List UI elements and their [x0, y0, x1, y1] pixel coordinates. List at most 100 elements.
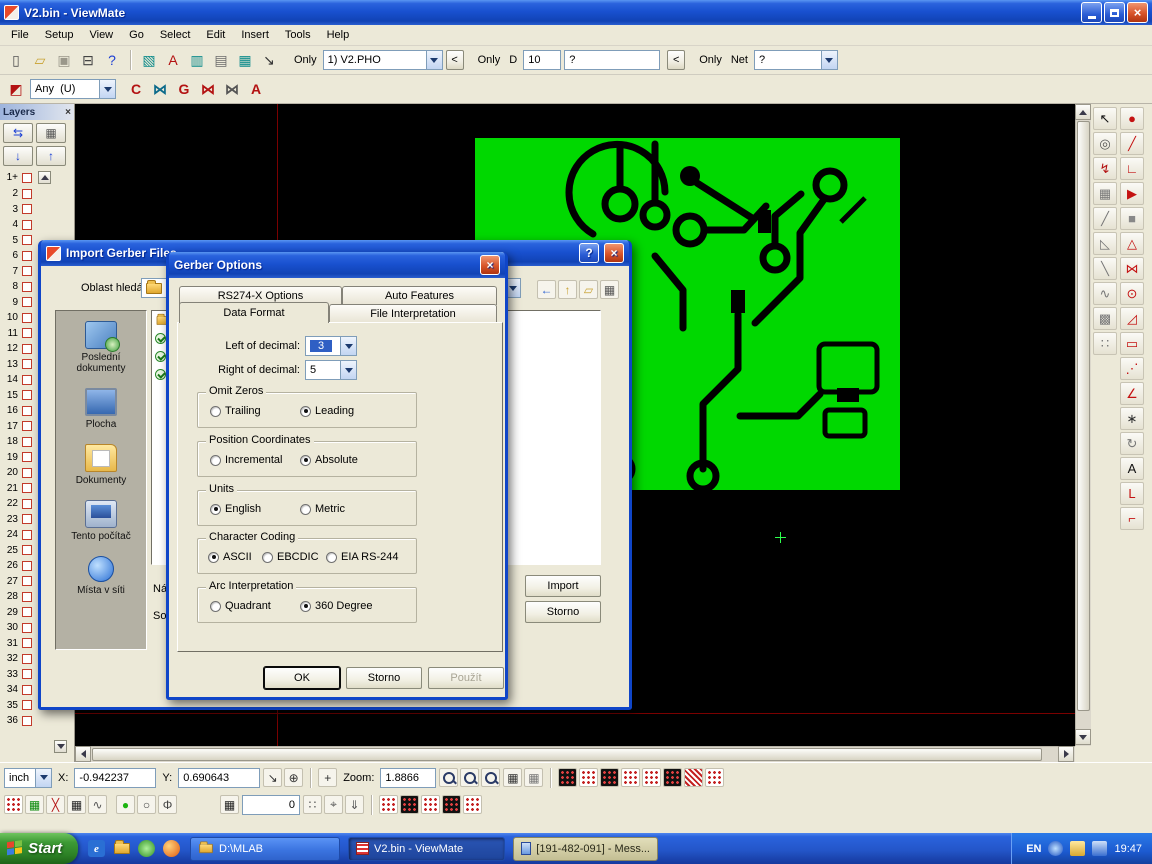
layer-visibility-box[interactable] [22, 716, 32, 726]
scroll-up-icon[interactable] [1075, 104, 1091, 120]
tray-network-icon[interactable] [1092, 841, 1107, 856]
arrow-tool-icon[interactable]: ▶ [1120, 182, 1144, 205]
horizontal-scrollbar[interactable] [75, 746, 1075, 762]
new-file-icon[interactable]: ▯ [5, 49, 27, 71]
layer-visibility-box[interactable] [22, 344, 32, 354]
print-icon[interactable]: ⊟ [77, 49, 99, 71]
aperture-cross-icon[interactable]: ╳ [46, 795, 65, 814]
polyline-tool-icon[interactable]: ∟ [1120, 157, 1144, 180]
menu-item[interactable]: Setup [37, 27, 82, 43]
select-pattern-5-icon[interactable] [463, 795, 482, 814]
grid-a-icon[interactable]: ▦ [503, 768, 522, 787]
layer-visibility-box[interactable] [22, 592, 32, 602]
selection-filter-combobox[interactable]: Any (U) [30, 79, 116, 99]
circle-tool-icon[interactable]: ⊙ [1120, 282, 1144, 305]
back-nav-icon[interactable]: ← [537, 280, 556, 299]
layer-visibility-box[interactable] [22, 297, 32, 307]
gerber-close-button[interactable]: × [480, 255, 500, 275]
star-tool-icon[interactable]: ∗ [1120, 407, 1144, 430]
cut-line-icon[interactable]: ╲ [1093, 257, 1117, 280]
layer-row[interactable]: 3 [2, 202, 72, 218]
menu-item[interactable]: File [3, 27, 37, 43]
layers-close-icon[interactable]: × [65, 107, 71, 118]
layer-scroll-up[interactable] [38, 171, 51, 184]
zigzag-tool-icon[interactable]: ↯ [1093, 157, 1117, 180]
internet-explorer-icon[interactable]: e [88, 840, 105, 857]
center-cross-icon[interactable]: + [318, 768, 337, 787]
layer-row[interactable]: 36 [2, 713, 72, 729]
layer-visibility-box[interactable] [22, 499, 32, 509]
aperture-grid-green-icon[interactable]: ▦ [25, 795, 44, 814]
dcode-filter-input[interactable]: ? [564, 50, 660, 70]
menu-item[interactable]: Go [121, 27, 152, 43]
help-button[interactable]: ? [579, 243, 599, 263]
layer-visibility-box[interactable] [22, 545, 32, 555]
zoom-in-icon[interactable] [439, 768, 458, 787]
layer-visibility-box[interactable] [22, 189, 32, 199]
table-icon[interactable]: ▦ [220, 795, 239, 814]
radio-eia-rs244[interactable]: EIA RS-244 [326, 551, 398, 563]
menu-item[interactable]: Edit [198, 27, 233, 43]
layer-visibility-box[interactable] [22, 685, 32, 695]
close-button[interactable]: × [1127, 2, 1148, 23]
radio-leading[interactable]: Leading [300, 405, 354, 417]
layer-visibility-box[interactable] [22, 669, 32, 679]
right-decimal-combobox[interactable]: 5 [305, 360, 357, 380]
board-grid-icon[interactable]: ▦ [234, 49, 256, 71]
radio-incremental[interactable]: Incremental [210, 454, 282, 466]
select-pattern-3-icon[interactable] [421, 795, 440, 814]
radio-metric[interactable]: Metric [300, 503, 345, 515]
layer-visibility-box[interactable] [22, 282, 32, 292]
layer-visibility-box[interactable] [22, 235, 32, 245]
vertical-scroll-thumb[interactable] [1077, 121, 1090, 711]
layer-visibility-box[interactable] [22, 266, 32, 276]
angle-tool-icon[interactable]: ∠ [1120, 382, 1144, 405]
text-mode-icon[interactable]: A [245, 78, 267, 100]
filter-mode-icon[interactable]: ◩ [5, 78, 27, 100]
dcode-view-3-icon[interactable] [600, 768, 619, 787]
aperture-grid-red-icon[interactable] [4, 795, 23, 814]
scroll-right-icon[interactable] [1058, 746, 1074, 762]
skew-tool-icon[interactable]: ◿ [1120, 307, 1144, 330]
dcode-view-4-icon[interactable] [621, 768, 640, 787]
select-pattern-2-icon[interactable] [400, 795, 419, 814]
pull-down-icon[interactable]: ⇓ [345, 795, 364, 814]
layer-row[interactable]: 2 [2, 186, 72, 202]
place-desktop[interactable]: Plocha [56, 388, 146, 430]
origin-target-icon[interactable]: ⊕ [284, 768, 303, 787]
cancel-button[interactable]: Storno [346, 667, 422, 689]
language-indicator[interactable]: EN [1026, 843, 1041, 855]
aperture-wave-icon[interactable]: ∿ [88, 795, 107, 814]
stitch-tool-icon[interactable]: ⋰ [1120, 357, 1144, 380]
grid-b-icon[interactable]: ▦ [524, 768, 543, 787]
dropdown-arrow-icon[interactable] [821, 51, 837, 69]
pads-pair-icon[interactable]: ⋈ [197, 78, 219, 100]
dcode-view-7-icon[interactable] [684, 768, 703, 787]
vertical-scrollbar[interactable] [1075, 104, 1091, 746]
scroll-left-icon[interactable] [75, 746, 91, 762]
layer-visibility-box[interactable] [22, 576, 32, 586]
layer-visibility-box[interactable] [22, 607, 32, 617]
place-my-computer[interactable]: Tento počítač [56, 500, 146, 542]
snap-anchor-icon[interactable]: ⌖ [324, 795, 343, 814]
filled-rect-tool-icon[interactable]: ■ [1120, 207, 1144, 230]
clock[interactable]: 19:47 [1114, 843, 1142, 855]
grid-tool-icon[interactable]: ▩ [1093, 307, 1117, 330]
radio-ebcdic[interactable]: EBCDIC [262, 551, 319, 563]
left-decimal-combobox[interactable]: 3 [305, 336, 357, 356]
open-file-icon[interactable]: ▱ [29, 49, 51, 71]
layer-visibility-box[interactable] [22, 421, 32, 431]
tab-auto-features[interactable]: Auto Features [342, 286, 497, 305]
dimension-tool-icon[interactable]: L [1120, 482, 1144, 505]
text-tool-icon[interactable]: A [1120, 457, 1144, 480]
rotate-tool-icon[interactable]: ↻ [1120, 432, 1144, 455]
layer-visibility-box[interactable] [22, 700, 32, 710]
tab-file-interpretation[interactable]: File Interpretation [329, 304, 497, 323]
menu-item[interactable]: Tools [277, 27, 319, 43]
dropdown-arrow-icon[interactable] [35, 769, 51, 787]
dcode-view-1-icon[interactable] [558, 768, 577, 787]
select-pattern-1-icon[interactable] [379, 795, 398, 814]
active-layer-row[interactable]: 1+ [2, 170, 72, 185]
zoom-all-icon[interactable] [481, 768, 500, 787]
layer-grid-icon[interactable]: ▦ [36, 123, 66, 143]
